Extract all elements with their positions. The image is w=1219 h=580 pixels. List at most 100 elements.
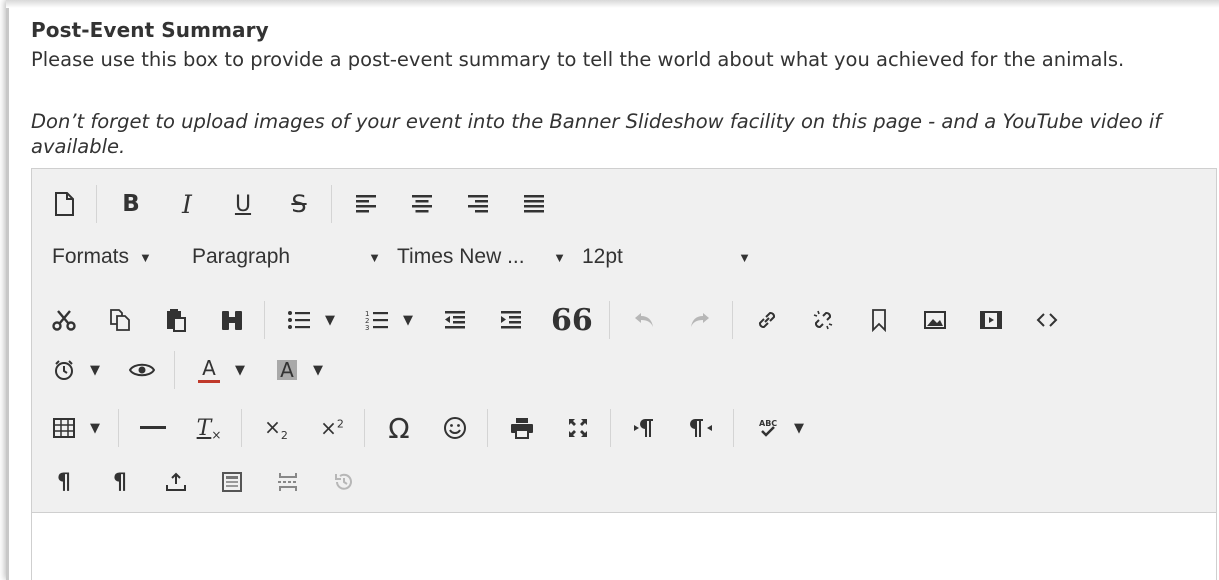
block-format-select[interactable]: Paragraph ▼ xyxy=(184,237,389,277)
cut-button[interactable] xyxy=(44,300,84,340)
justify-button[interactable] xyxy=(514,184,554,224)
background-color-button[interactable]: A ▼ xyxy=(267,350,329,390)
indent-button[interactable] xyxy=(491,300,531,340)
toolbar-divider xyxy=(733,409,734,447)
chevron-down-icon: ▼ xyxy=(90,420,100,436)
emoticons-button[interactable] xyxy=(435,408,475,448)
anchor-button[interactable] xyxy=(859,300,899,340)
align-center-icon xyxy=(412,195,432,213)
align-left-icon xyxy=(356,195,376,213)
italic-button[interactable]: I xyxy=(167,184,207,224)
font-family-value: Times New ... xyxy=(397,245,525,268)
font-family-select[interactable]: Times New ... ▼ xyxy=(389,237,574,277)
new-document-icon xyxy=(55,192,74,216)
unlink-icon xyxy=(813,310,833,330)
new-document-button[interactable] xyxy=(44,184,84,224)
outdent-icon xyxy=(445,311,465,329)
copy-button[interactable] xyxy=(100,300,140,340)
insert-file-button[interactable] xyxy=(156,462,196,502)
insert-media-button[interactable] xyxy=(971,300,1011,340)
printer-icon xyxy=(511,418,533,439)
editor-content-area[interactable] xyxy=(32,514,1216,580)
svg-text:3: 3 xyxy=(365,324,369,331)
restore-draft-icon xyxy=(335,473,352,490)
formats-dropdown[interactable]: Formats ▼ xyxy=(44,237,184,277)
preview-button[interactable] xyxy=(122,350,162,390)
toolbar-divider xyxy=(331,185,332,223)
bullet-list-icon-wrap xyxy=(279,300,319,340)
superscript-button[interactable]: ×2 xyxy=(312,408,352,448)
undo-button[interactable] xyxy=(624,300,664,340)
insert-image-button[interactable] xyxy=(915,300,955,340)
template-button[interactable] xyxy=(212,462,252,502)
align-right-button[interactable] xyxy=(458,184,498,224)
unlink-button[interactable] xyxy=(803,300,843,340)
block-format-value: Paragraph xyxy=(192,245,291,268)
justify-icon xyxy=(524,195,544,213)
insert-link-button[interactable] xyxy=(747,300,787,340)
section-heading: Post-Event Summary xyxy=(31,18,269,42)
blockquote-button[interactable]: 66 xyxy=(547,300,597,340)
smiley-icon xyxy=(444,417,466,439)
toolbar-divider xyxy=(487,409,488,447)
text-color-bar-icon xyxy=(198,379,220,383)
bullet-list-button[interactable]: ▼ xyxy=(279,300,341,340)
toolbar-divider xyxy=(731,301,733,339)
fullscreen-button[interactable] xyxy=(558,408,598,448)
clear-formatting-icon: T xyxy=(196,415,212,441)
chevron-down-icon: ▼ xyxy=(368,249,381,265)
align-left-button[interactable] xyxy=(346,184,386,224)
horizontal-rule-button[interactable] xyxy=(133,408,173,448)
redo-button[interactable] xyxy=(680,300,720,340)
background-color-icon: A xyxy=(277,360,297,380)
strikethrough-button[interactable]: S xyxy=(279,184,319,224)
toolbar-divider xyxy=(118,409,119,447)
outdent-button[interactable] xyxy=(435,300,475,340)
chevron-down-icon: ▼ xyxy=(90,362,100,378)
restore-draft-button[interactable] xyxy=(324,462,364,502)
show-blocks-button[interactable]: ¶ xyxy=(100,462,140,502)
source-code-button[interactable] xyxy=(1027,300,1067,340)
superscript-icon: ×2 xyxy=(320,416,344,440)
text-color-icon-wrap: A xyxy=(189,350,229,390)
paragraph-button[interactable]: ¶ xyxy=(44,462,84,502)
toolbar-divider xyxy=(264,301,265,339)
toolbar-divider xyxy=(174,351,175,389)
video-icon xyxy=(979,311,1002,329)
ltr-button[interactable] xyxy=(625,408,665,448)
print-button[interactable] xyxy=(502,408,542,448)
indent-icon xyxy=(501,311,521,329)
table-icon xyxy=(53,418,75,438)
special-character-button[interactable]: Ω xyxy=(379,408,419,448)
font-size-select[interactable]: 12pt ▼ xyxy=(574,237,759,277)
rtl-button[interactable] xyxy=(681,408,721,448)
table-button[interactable]: ▼ xyxy=(44,408,106,448)
text-color-letter-icon: A xyxy=(202,355,216,380)
link-icon xyxy=(758,311,775,329)
chevron-down-icon: ▼ xyxy=(794,420,804,436)
bold-button[interactable]: B xyxy=(111,184,151,224)
subscript-button[interactable]: ×2 xyxy=(256,408,296,448)
toolbar-divider xyxy=(364,409,365,447)
spellcheck-icon-wrap: ABC xyxy=(748,408,788,448)
chevron-down-icon: ▼ xyxy=(403,312,413,328)
toolbar-divider xyxy=(241,409,242,447)
page-break-icon xyxy=(278,473,298,491)
binoculars-icon xyxy=(222,311,242,330)
text-color-button[interactable]: A ▼ xyxy=(189,350,251,390)
redo-icon xyxy=(690,313,709,327)
chevron-down-icon: ▼ xyxy=(313,362,323,378)
clear-formatting-button[interactable]: T × xyxy=(189,408,229,448)
align-center-button[interactable] xyxy=(402,184,442,224)
underline-button[interactable]: U xyxy=(223,184,263,224)
numbered-list-icon: 123 xyxy=(365,310,388,331)
spellcheck-button[interactable]: ABC ▼ xyxy=(748,408,810,448)
spellcheck-icon: ABC xyxy=(759,419,777,437)
numbered-list-button[interactable]: 123 ▼ xyxy=(357,300,419,340)
form-panel: Post-Event Summary Please use this box t… xyxy=(6,0,1219,580)
page-break-button[interactable] xyxy=(268,462,308,502)
paste-button[interactable] xyxy=(156,300,196,340)
find-replace-button[interactable] xyxy=(212,300,252,340)
insert-datetime-button[interactable]: ▼ xyxy=(44,350,106,390)
toolbar-row-6: ¶ ¶ xyxy=(44,457,380,507)
